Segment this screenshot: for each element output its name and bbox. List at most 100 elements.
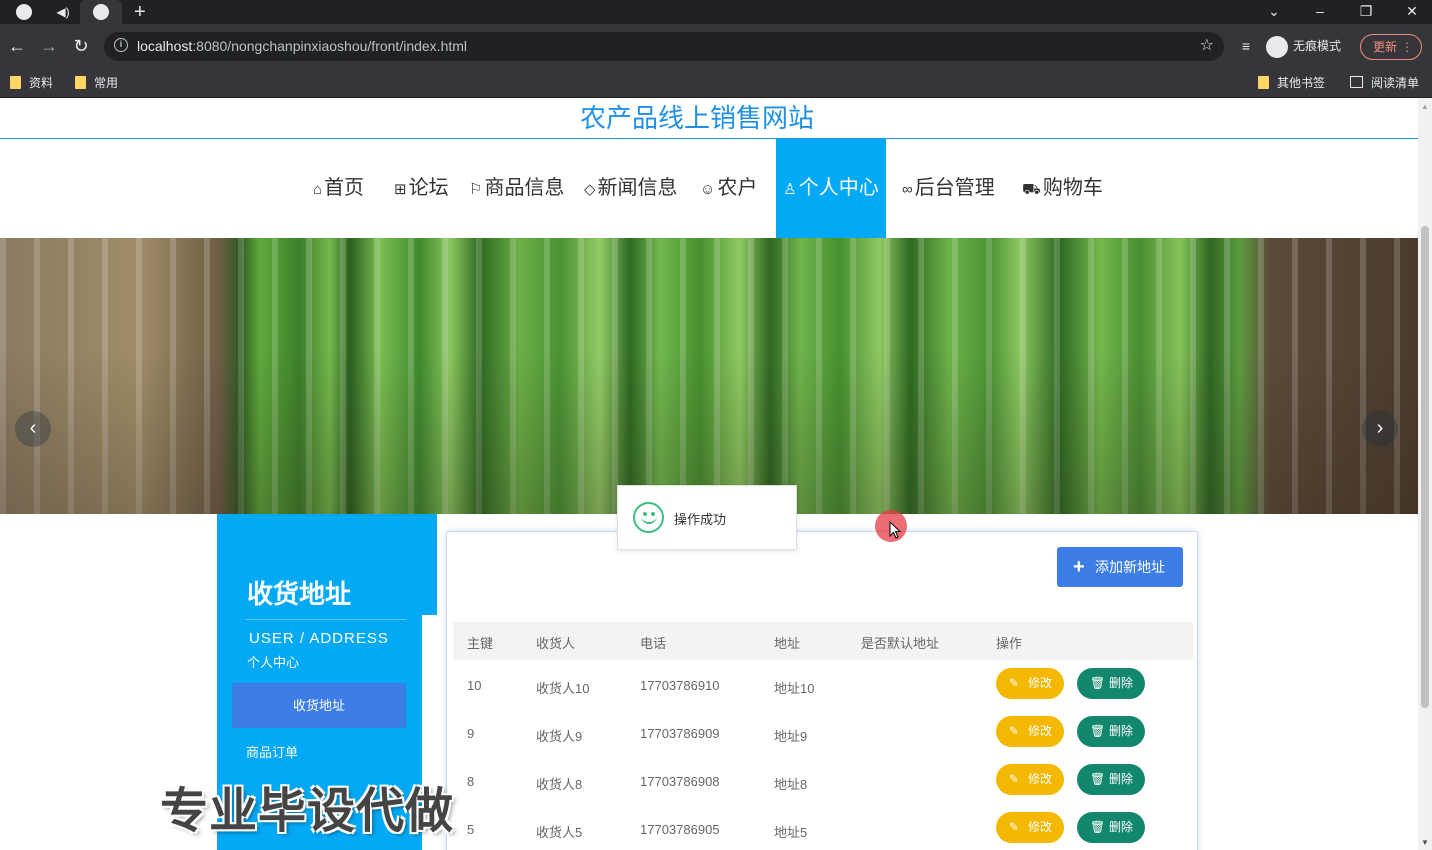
sidebar-item-address[interactable]: 收货地址 bbox=[232, 683, 406, 728]
pencil-icon: ✎ bbox=[1009, 820, 1020, 834]
tab-search-icon[interactable]: ⌄ bbox=[1259, 0, 1289, 24]
pencil-icon: ✎ bbox=[1009, 724, 1020, 738]
column-header: 操作 bbox=[996, 636, 1023, 651]
cell-id: 10 bbox=[467, 678, 482, 693]
new-tab-button[interactable]: + bbox=[134, 0, 146, 24]
page-scrollbar[interactable]: ▲ ▼ bbox=[1418, 98, 1432, 850]
face-icon: ☺ bbox=[700, 181, 716, 198]
mouse-cursor-icon bbox=[889, 521, 902, 539]
folder-icon bbox=[1258, 75, 1269, 89]
main-nav: ⌂ 首页 ⊞ 论坛 ⚐ 商品信息 ◇ 新闻信息 ☺ 农户 ♙ 个人中心 ∞ 后台管理 ⛟ 购物车 bbox=[0, 139, 1418, 238]
restore-button[interactable]: ❐ bbox=[1351, 0, 1381, 24]
edit-button[interactable]: ✎ 修改 bbox=[996, 716, 1064, 747]
sidebar-subtitle-en: USER / ADDRESS bbox=[249, 630, 389, 647]
info-icon[interactable]: i bbox=[114, 38, 128, 52]
home-icon: ⌂ bbox=[313, 181, 323, 198]
edit-button[interactable]: ✎ 修改 bbox=[996, 812, 1064, 843]
incognito-indicator[interactable]: 无痕模式 bbox=[1266, 34, 1341, 58]
carousel-next-button[interactable]: › bbox=[1362, 411, 1398, 447]
user-icon: ♙ bbox=[783, 181, 797, 198]
scroll-down-arrow-icon[interactable]: ▼ bbox=[1421, 838, 1429, 847]
cell-id: 9 bbox=[467, 726, 475, 741]
folder-icon bbox=[75, 75, 86, 89]
more-menu-icon[interactable]: ⋮ bbox=[1401, 35, 1413, 59]
active-tab[interactable] bbox=[80, 0, 122, 24]
edit-button[interactable]: ✎ 修改 bbox=[996, 668, 1064, 699]
globe-icon[interactable] bbox=[16, 4, 32, 20]
column-header: 地址 bbox=[774, 636, 801, 651]
pencil-icon: ✎ bbox=[1009, 676, 1020, 690]
browser-tab-bar: ◀) + ⌄ – ❐ ✕ bbox=[0, 0, 1432, 24]
cell-address: 地址10 bbox=[774, 681, 815, 696]
sidebar-item-orders[interactable]: 商品订单 bbox=[246, 742, 298, 761]
nav-item-home[interactable]: ⌂ 首页 bbox=[313, 139, 364, 238]
reading-mode-icon[interactable]: ≡ bbox=[1234, 34, 1258, 58]
cell-phone: 17703786908 bbox=[640, 774, 720, 789]
reading-list[interactable]: 阅读清单 bbox=[1350, 73, 1419, 93]
table-row: 8 收货人8 17703786908 地址8 ✎ 修改 🗑 删除 bbox=[453, 758, 1193, 806]
nav-item-user-center[interactable]: ♙ 个人中心 bbox=[776, 139, 886, 238]
pencil-icon: ✎ bbox=[1009, 772, 1020, 786]
nav-item-forum[interactable]: ⊞ 论坛 bbox=[394, 139, 449, 238]
cart-icon: ⛟ bbox=[1022, 181, 1041, 198]
column-header: 收货人 bbox=[536, 636, 576, 651]
trash-icon: 🗑 bbox=[1090, 724, 1106, 738]
tag-icon: ◇ bbox=[584, 181, 596, 198]
edit-button[interactable]: ✎ 修改 bbox=[996, 764, 1064, 795]
nav-item-news[interactable]: ◇ 新闻信息 bbox=[584, 139, 678, 238]
delete-button[interactable]: 🗑 删除 bbox=[1077, 764, 1145, 795]
reading-list-icon bbox=[1350, 76, 1363, 89]
forward-arrow-icon[interactable]: → bbox=[37, 34, 61, 58]
trash-icon: 🗑 bbox=[1090, 820, 1106, 834]
table-row: 9 收货人9 17703786909 地址9 ✎ 修改 🗑 删除 bbox=[453, 710, 1193, 758]
minimize-button[interactable]: – bbox=[1305, 0, 1335, 24]
table-row: 10 收货人10 17703786910 地址10 ✎ 修改 🗑 删除 bbox=[453, 662, 1193, 710]
toast-message: 操作成功 bbox=[674, 512, 727, 527]
table-header: 主键 收货人 电话 地址 是否默认地址 操作 bbox=[453, 622, 1193, 660]
flag-icon: ⚐ bbox=[469, 181, 483, 198]
bookmark-folder-资料[interactable]: 资料 bbox=[10, 73, 53, 93]
plus-icon: + bbox=[1073, 556, 1085, 578]
delete-button[interactable]: 🗑 删除 bbox=[1077, 716, 1145, 747]
carousel-prev-button[interactable]: ‹ bbox=[15, 411, 51, 447]
trash-icon: 🗑 bbox=[1090, 676, 1106, 690]
address-card: + 添加新地址 主键 收货人 电话 地址 是否默认地址 操作 10 收货人10 … bbox=[446, 531, 1198, 850]
other-bookmarks[interactable]: 其他书签 bbox=[1258, 73, 1325, 93]
cell-id: 8 bbox=[467, 774, 475, 789]
close-window-button[interactable]: ✕ bbox=[1397, 0, 1427, 24]
incognito-icon bbox=[1266, 35, 1288, 58]
delete-button[interactable]: 🗑 删除 bbox=[1077, 668, 1145, 699]
nav-item-admin[interactable]: ∞ 后台管理 bbox=[902, 139, 995, 238]
globe-icon bbox=[93, 4, 109, 20]
update-button[interactable]: 更新 ⋮ bbox=[1360, 34, 1422, 60]
bookmarks-bar: 资料 常用 其他书签 阅读清单 bbox=[0, 68, 1432, 98]
table-row: 5 收货人5 17703786905 地址5 ✎ 修改 🗑 删除 bbox=[453, 806, 1193, 850]
link-icon: ∞ bbox=[902, 181, 913, 198]
smile-icon bbox=[633, 502, 664, 533]
reload-icon[interactable]: ↻ bbox=[69, 34, 93, 58]
bookmark-star-icon[interactable]: ☆ bbox=[1200, 35, 1214, 55]
bookmark-folder-常用[interactable]: 常用 bbox=[75, 73, 118, 93]
forum-icon: ⊞ bbox=[394, 181, 407, 198]
cell-phone: 17703786905 bbox=[640, 822, 720, 837]
banner-overlay bbox=[0, 238, 1418, 514]
delete-button[interactable]: 🗑 删除 bbox=[1077, 812, 1145, 843]
address-bar[interactable]: i localhost:8080/nongchanpinxiaoshou/fro… bbox=[104, 32, 1224, 61]
url-text[interactable]: localhost:8080/nongchanpinxiaoshou/front… bbox=[137, 38, 467, 54]
column-header: 电话 bbox=[640, 636, 667, 651]
nav-item-farmers[interactable]: ☺ 农户 bbox=[700, 139, 757, 238]
cell-receiver: 收货人5 bbox=[536, 825, 583, 840]
trash-icon: 🗑 bbox=[1090, 772, 1106, 786]
browser-toolbar: ← → ↻ i localhost:8080/nongchanpinxiaosh… bbox=[0, 24, 1432, 68]
add-address-button[interactable]: + 添加新地址 bbox=[1057, 547, 1183, 587]
cell-id: 5 bbox=[467, 822, 475, 837]
divider bbox=[246, 619, 406, 620]
scrollbar-thumb[interactable] bbox=[1421, 226, 1429, 708]
page-viewport: 农产品线上销售网站 ⌂ 首页 ⊞ 论坛 ⚐ 商品信息 ◇ 新闻信息 ☺ 农户 ♙ 个人中心 … bbox=[0, 98, 1418, 850]
speaker-icon[interactable]: ◀) bbox=[55, 4, 71, 20]
nav-item-cart[interactable]: ⛟ 购物车 bbox=[1022, 139, 1103, 238]
nav-item-products[interactable]: ⚐ 商品信息 bbox=[469, 139, 564, 238]
column-header: 是否默认地址 bbox=[861, 636, 940, 651]
scroll-up-arrow-icon[interactable]: ▲ bbox=[1421, 102, 1429, 111]
back-arrow-icon[interactable]: ← bbox=[5, 34, 29, 58]
